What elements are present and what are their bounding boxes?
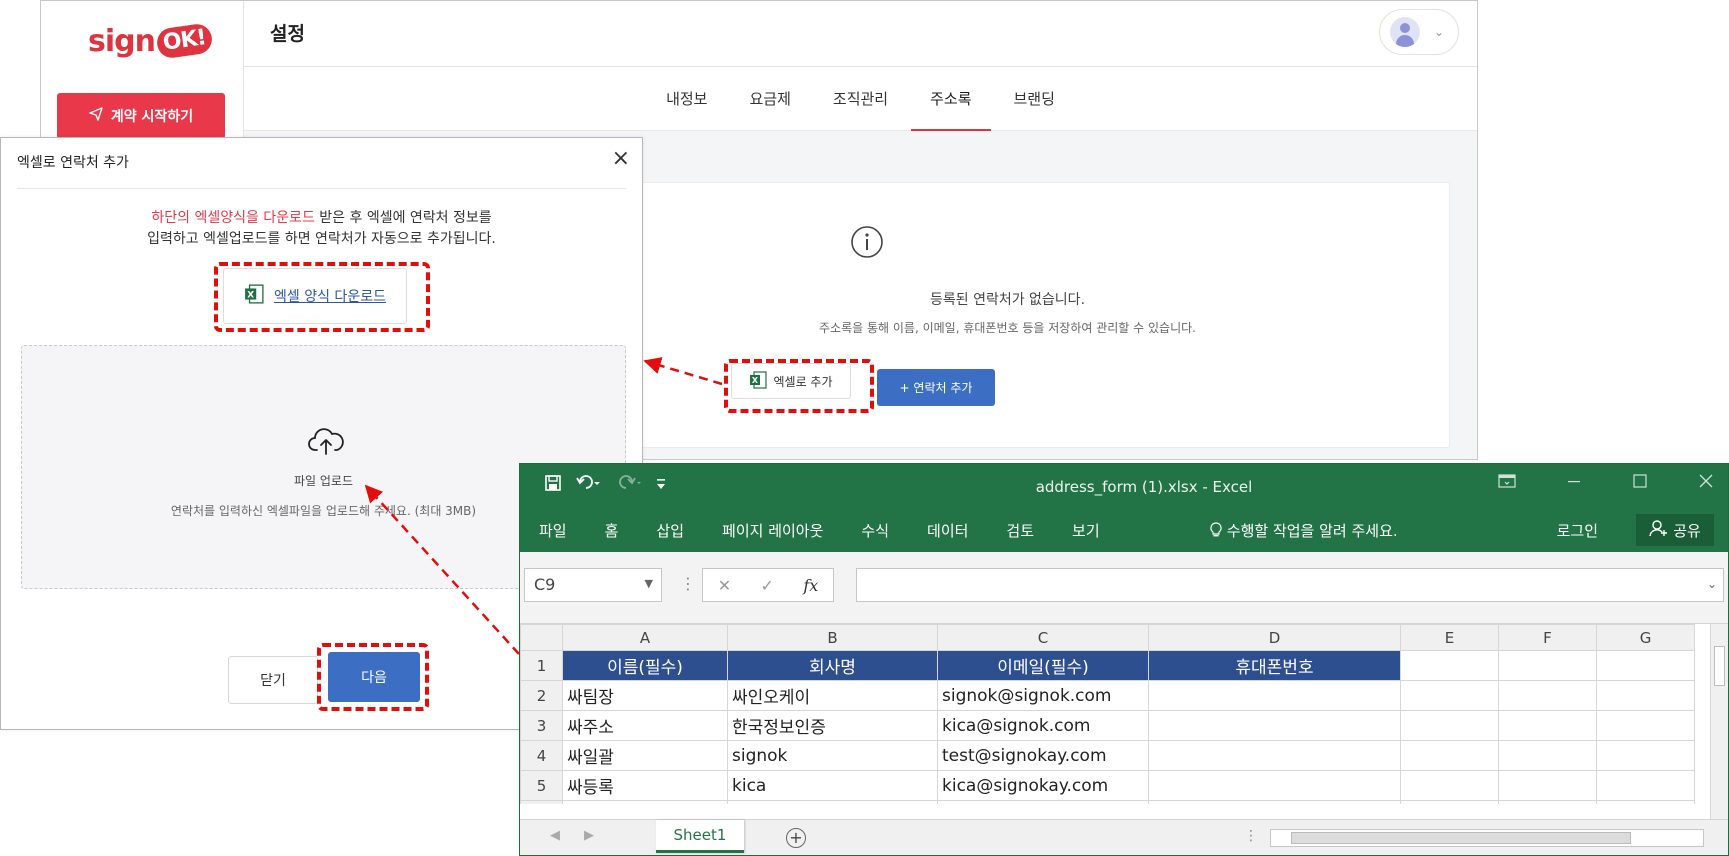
arrow-to-dropzone xyxy=(364,484,520,655)
arrow-to-modal xyxy=(643,357,723,386)
annotation-arrows xyxy=(364,357,723,655)
